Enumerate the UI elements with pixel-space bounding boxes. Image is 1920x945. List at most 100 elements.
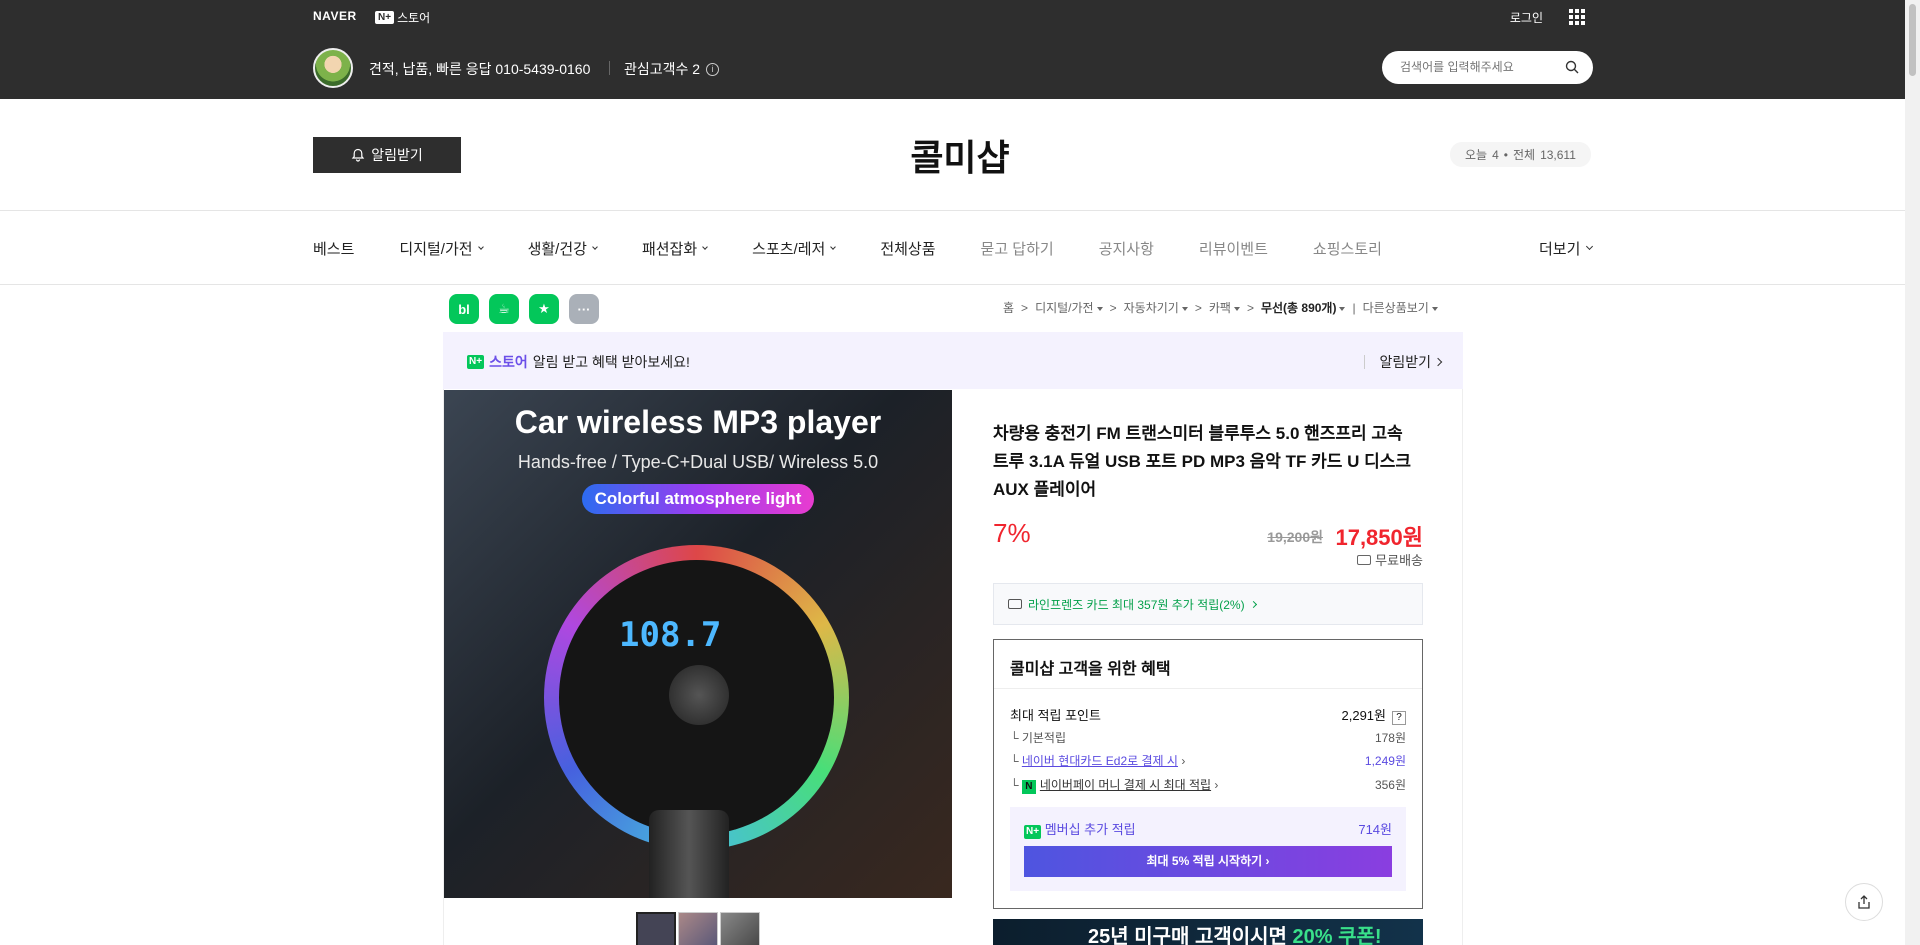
knob-decoration [669, 665, 729, 725]
nav-item-8[interactable]: 리뷰이벤트 [1199, 238, 1268, 259]
shop-tagline: 견적, 납품, 빠른 응답 010-5439-0160 [369, 61, 591, 77]
nav-item-7[interactable]: 공지사항 [1099, 238, 1154, 259]
promo-text: 25년 미구매 고객이시면 [1088, 926, 1287, 945]
max-points-row: 최대 적립 포인트 2,291원? [1010, 705, 1406, 725]
points-row-hyundai-card: └ 네이버 현대카드 Ed2로 결제 시 › 1,249원 [1010, 754, 1406, 768]
more-label: 더보기 [1539, 241, 1581, 258]
product-info: 차량용 충전기 FM 트랜스미터 블루투스 5.0 핸즈프리 고속 트루 3.1… [993, 420, 1423, 568]
nav-item-2[interactable]: 생활/건강 [528, 238, 598, 259]
shipping-info: 무료배송 [1357, 550, 1423, 569]
info-icon[interactable]: i [706, 62, 720, 76]
top-header: NAVER N+ 스토어 로그인 견적, 납품, 빠른 응답 010-5439-… [0, 0, 1920, 99]
nav-item-4[interactable]: 스포츠/레저 [752, 238, 837, 259]
shop-avatar[interactable] [313, 48, 353, 88]
search-icon[interactable] [1565, 60, 1579, 74]
shop-title[interactable]: 콜미샵 [0, 129, 1920, 181]
card-benefit-link[interactable]: 라인프렌즈 카드 최대 357원 추가 적립(2%) [993, 583, 1423, 625]
bookmark-share-icon[interactable]: ★ [529, 294, 559, 324]
image-title: Car wireless MP3 player [514, 404, 882, 440]
stem-decoration [649, 810, 729, 898]
benefit-heading: 콜미샵 고객을 위한 혜택 [1010, 661, 1171, 678]
nav-item-9[interactable]: 쇼핑스토리 [1313, 238, 1382, 259]
store-label: 스토어 [397, 11, 431, 25]
today-count: 4 [1492, 147, 1499, 162]
floating-share-button[interactable] [1845, 883, 1883, 921]
help-icon[interactable]: ? [1392, 711, 1406, 725]
blog-share-icon[interactable]: bl [449, 294, 479, 324]
nav-more-button[interactable]: 더보기 [1539, 238, 1594, 259]
hyundai-card-link[interactable]: 네이버 현대카드 Ed2로 결제 시 [1022, 754, 1178, 768]
bell-icon [351, 148, 365, 162]
nplus-badge: N+ [375, 11, 395, 24]
breadcrumb-home[interactable]: 홈 [1003, 299, 1014, 316]
nav-item-1[interactable]: 디지털/가전 [399, 238, 484, 259]
sale-price: 17,850원 [1335, 525, 1423, 550]
breadcrumb-c3[interactable]: 카팩 [1209, 299, 1240, 316]
today-label: 오늘 [1465, 148, 1488, 162]
naver-plus-store-logo[interactable]: N+ 스토어 [375, 9, 430, 26]
npay-money-link[interactable]: 네이버페이 머니 결제 시 최대 적립 [1040, 778, 1211, 792]
store-alarm-banner: N+ 스토어 알림 받고 혜택 받아보세요! 알림받기 [443, 332, 1463, 389]
total-label: 전체 [1512, 148, 1536, 162]
membership-box: N+ 멤버십 추가 적립 714원 최대 5% 적립 시작하기 › [1010, 807, 1406, 891]
banner-message: 알림 받고 혜택 받아보세요! [532, 354, 690, 370]
shipping-label: 무료배송 [1375, 553, 1423, 568]
chevron-down-icon [830, 243, 837, 250]
customer-benefit-box: 콜미샵 고객을 위한 혜택 최대 적립 포인트 2,291원? └ 기본적립 1… [993, 639, 1423, 909]
original-price: 19,200원 [1267, 529, 1323, 545]
more-share-icon[interactable]: ··· [569, 294, 599, 324]
thumbnail-2[interactable] [678, 912, 718, 945]
nav-item-6[interactable]: 묻고 답하기 [981, 238, 1054, 259]
other-products-link[interactable]: 다른상품보기 [1363, 299, 1438, 316]
promo-banner[interactable]: 25년 미구매 고객이시면 20% 쿠폰! [993, 919, 1423, 945]
store-word: 스토어 [489, 354, 528, 370]
shop-title-band: 콜미샵 알림받기 오늘 4 • 전체 13,611 [0, 99, 1920, 211]
product-main-image[interactable]: 108.7 Car wireless MP3 player Hands-free… [444, 390, 952, 898]
price-row: 7% 19,200원 17,850원 [993, 518, 1423, 554]
interest-customers: 관심고객수 2 i [624, 59, 720, 79]
breadcrumb-c1[interactable]: 디지털/가전 [1035, 299, 1103, 316]
divider [609, 61, 610, 75]
nav-item-0[interactable]: 베스트 [313, 238, 354, 259]
thumbnail-3[interactable] [720, 912, 760, 945]
login-button[interactable]: 로그인 [1510, 9, 1543, 26]
cafe-share-icon[interactable]: ☕ [489, 294, 519, 324]
lcd-display: 108.7 [619, 615, 722, 655]
interest-count: 관심고객수 2 [624, 61, 701, 77]
chevron-down-icon [1586, 242, 1594, 251]
visitor-count: 오늘 4 • 전체 13,611 [1450, 142, 1591, 167]
chevron-right-icon [1433, 357, 1443, 367]
promo-highlight: 20% 쿠폰! [1292, 926, 1382, 945]
alarm-button[interactable]: 알림받기 [313, 137, 461, 173]
search-input[interactable] [1400, 60, 1560, 74]
membership-start-button[interactable]: 최대 5% 적립 시작하기 › [1024, 846, 1392, 877]
apps-grid-icon[interactable] [1569, 9, 1585, 25]
category-nav: 베스트 디지털/가전 생활/건강 패션잡화 스포츠/레저 전체상품 묻고 답하기 공지사항 리뷰… [0, 211, 1920, 285]
search-box [1382, 51, 1593, 84]
alarm-label: 알림받기 [371, 147, 423, 163]
chevron-down-icon [592, 243, 598, 250]
chevron-right-icon [1249, 600, 1257, 608]
chevron-down-icon [702, 243, 708, 250]
banner-alarm-link[interactable]: 알림받기 [1364, 352, 1443, 372]
shop-info-bar: 견적, 납품, 빠른 응답 010-5439-0160 관심고객수 2 i [313, 48, 1593, 88]
truck-icon [1357, 554, 1372, 565]
image-subtitle: Hands-free / Type-C+Dual USB/ Wireless 5… [517, 452, 879, 472]
share-icon [1858, 895, 1870, 909]
nav-item-3[interactable]: 패션잡화 [642, 238, 708, 259]
thumbnail-1[interactable] [636, 912, 676, 945]
breadcrumb-c4[interactable]: 무선(총 890개) [1261, 299, 1346, 316]
thumbnail-strip [636, 912, 760, 945]
page-scrollbar[interactable] [1905, 0, 1920, 945]
membership-label: 멤버십 추가 적립 [1044, 822, 1136, 837]
nav-list: 베스트 디지털/가전 생활/건강 패션잡화 스포츠/레저 전체상품 묻고 답하기 공지사항 리뷰… [313, 238, 1427, 259]
share-buttons: bl ☕ ★ ··· [449, 294, 599, 324]
dot-separator: • [1503, 147, 1508, 162]
chevron-down-icon [477, 243, 484, 250]
breadcrumb: 홈 > 디지털/가전 > 자동차기기 > 카팩 > 무선(총 890개) | 다… [1003, 299, 1438, 316]
nav-item-5[interactable]: 전체상품 [880, 238, 935, 259]
membership-value: 714원 [1358, 822, 1392, 837]
naver-logo[interactable]: NAVER [313, 9, 357, 23]
breadcrumb-c2[interactable]: 자동차기기 [1124, 299, 1188, 316]
nplus-store-badge: N+ [467, 355, 485, 369]
